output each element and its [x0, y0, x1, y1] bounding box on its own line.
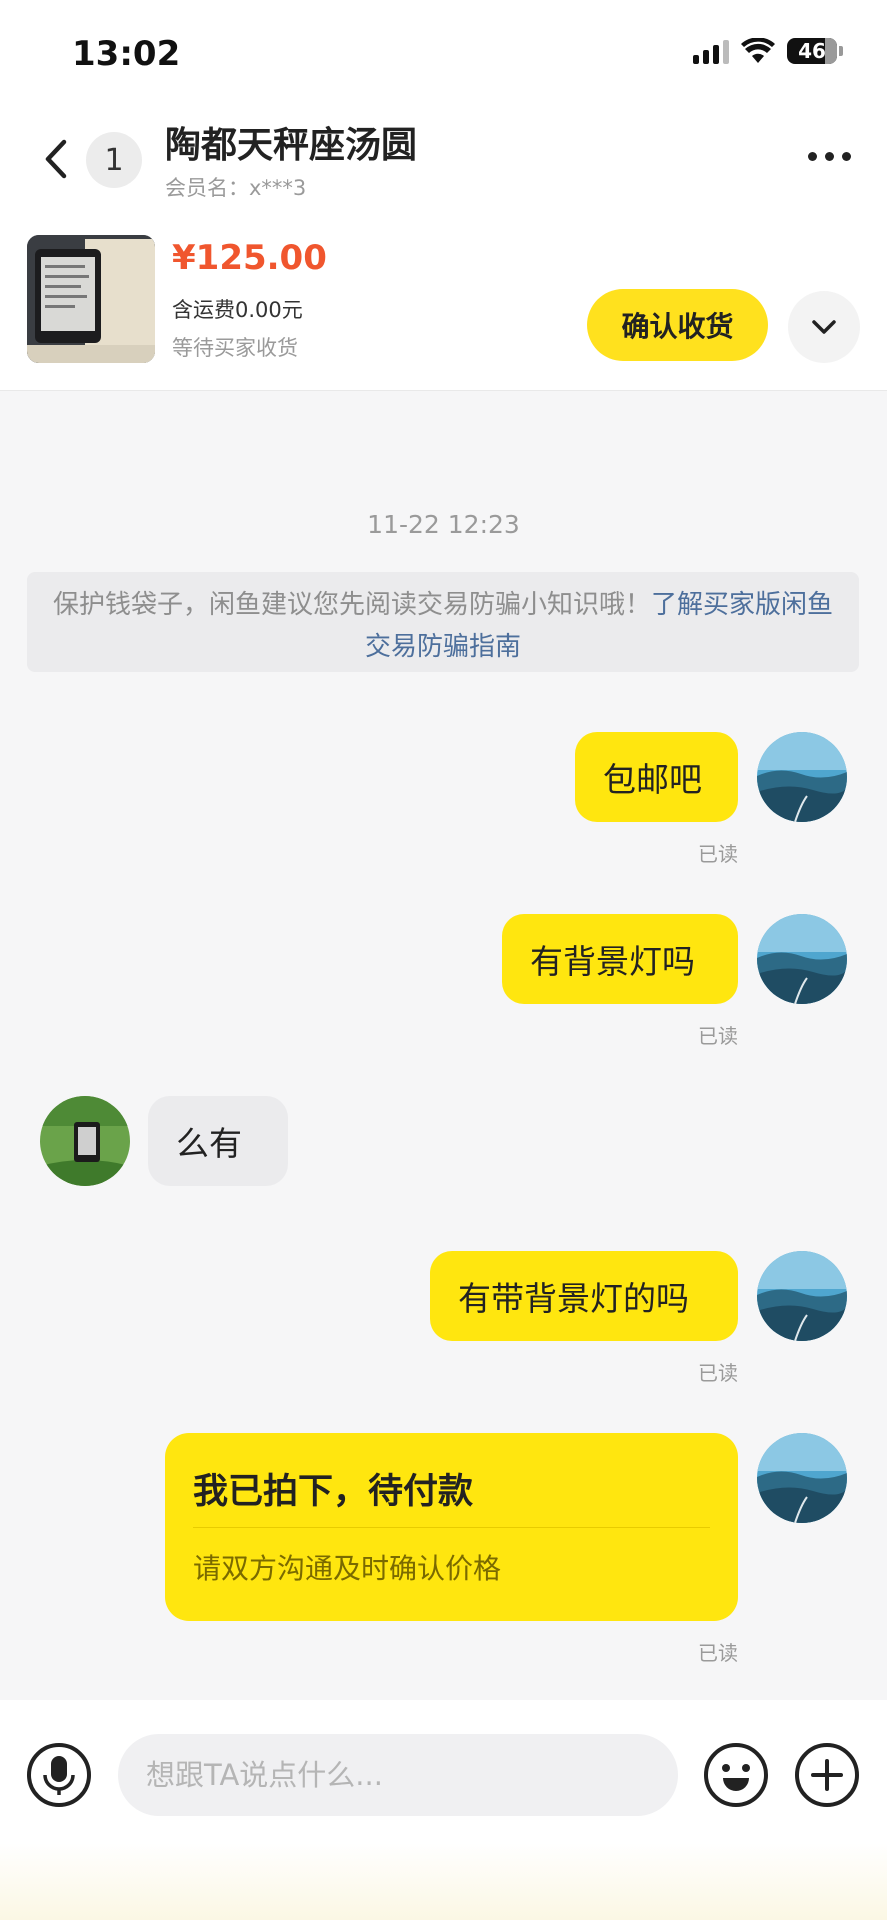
product-price: ¥125.00	[172, 238, 327, 278]
battery-level: 46	[798, 39, 826, 63]
product-bar: ¥125.00 含运费0.00元 等待买家收货 确认收货	[0, 210, 887, 391]
input-bar	[0, 1700, 887, 1920]
my-avatar[interactable]	[757, 1251, 847, 1341]
battery-icon: 46	[787, 38, 837, 64]
status-icons: 46	[693, 38, 843, 64]
my-avatar[interactable]	[757, 732, 847, 822]
message-bubble-outgoing[interactable]: 包邮吧	[575, 732, 738, 822]
emoji-icon[interactable]	[703, 1742, 769, 1808]
seller-avatar[interactable]	[40, 1096, 130, 1186]
chat-header: 1 陶都天秤座汤圆 会员名：x***3	[0, 110, 887, 210]
more-options-icon[interactable]	[808, 152, 851, 161]
wifi-icon	[741, 38, 775, 63]
unread-count-badge[interactable]: 1	[86, 132, 142, 188]
status-time: 13:02	[72, 34, 181, 74]
read-receipt: 已读	[698, 1361, 738, 1385]
member-name: 会员名：x***3	[165, 176, 307, 200]
product-thumbnail[interactable]	[27, 235, 155, 363]
message-input[interactable]	[118, 1734, 678, 1816]
notice-text: 保护钱袋子，闲鱼建议您先阅读交易防骗小知识哦！	[52, 590, 651, 620]
safety-notice: 保护钱袋子，闲鱼建议您先阅读交易防骗小知识哦！了解买家版闲鱼交易防骗指南	[27, 572, 859, 672]
back-arrow-icon[interactable]	[36, 134, 76, 184]
plus-icon[interactable]	[794, 1742, 860, 1808]
read-receipt: 已读	[698, 1024, 738, 1048]
message-bubble-outgoing[interactable]: 有背景灯吗	[502, 914, 738, 1004]
read-receipt: 已读	[698, 842, 738, 866]
chevron-down-icon	[812, 320, 836, 334]
message-bubble-outgoing[interactable]: 有带背景灯的吗	[430, 1251, 738, 1341]
confirm-receipt-button[interactable]: 确认收货	[587, 289, 768, 361]
chat-timestamp: 11-22 12:23	[367, 510, 520, 539]
status-bar: 13:02 46	[0, 0, 887, 110]
order-status: 等待买家收货	[172, 336, 298, 360]
microphone-icon[interactable]	[26, 1742, 92, 1808]
my-avatar[interactable]	[757, 914, 847, 1004]
message-bubble-incoming[interactable]: 么有	[148, 1096, 288, 1186]
order-card[interactable]: 我已拍下，待付款 请双方沟通及时确认价格	[165, 1433, 738, 1621]
order-card-title: 我已拍下，待付款	[193, 1472, 474, 1512]
shipping-fee: 含运费0.00元	[172, 298, 303, 322]
cellular-signal-icon	[693, 38, 729, 64]
seller-name[interactable]: 陶都天秤座汤圆	[165, 116, 417, 168]
my-avatar[interactable]	[757, 1433, 847, 1523]
expand-button[interactable]	[788, 291, 860, 363]
order-card-divider	[193, 1527, 710, 1528]
read-receipt: 已读	[698, 1641, 738, 1665]
order-card-subtitle: 请双方沟通及时确认价格	[193, 1552, 502, 1585]
